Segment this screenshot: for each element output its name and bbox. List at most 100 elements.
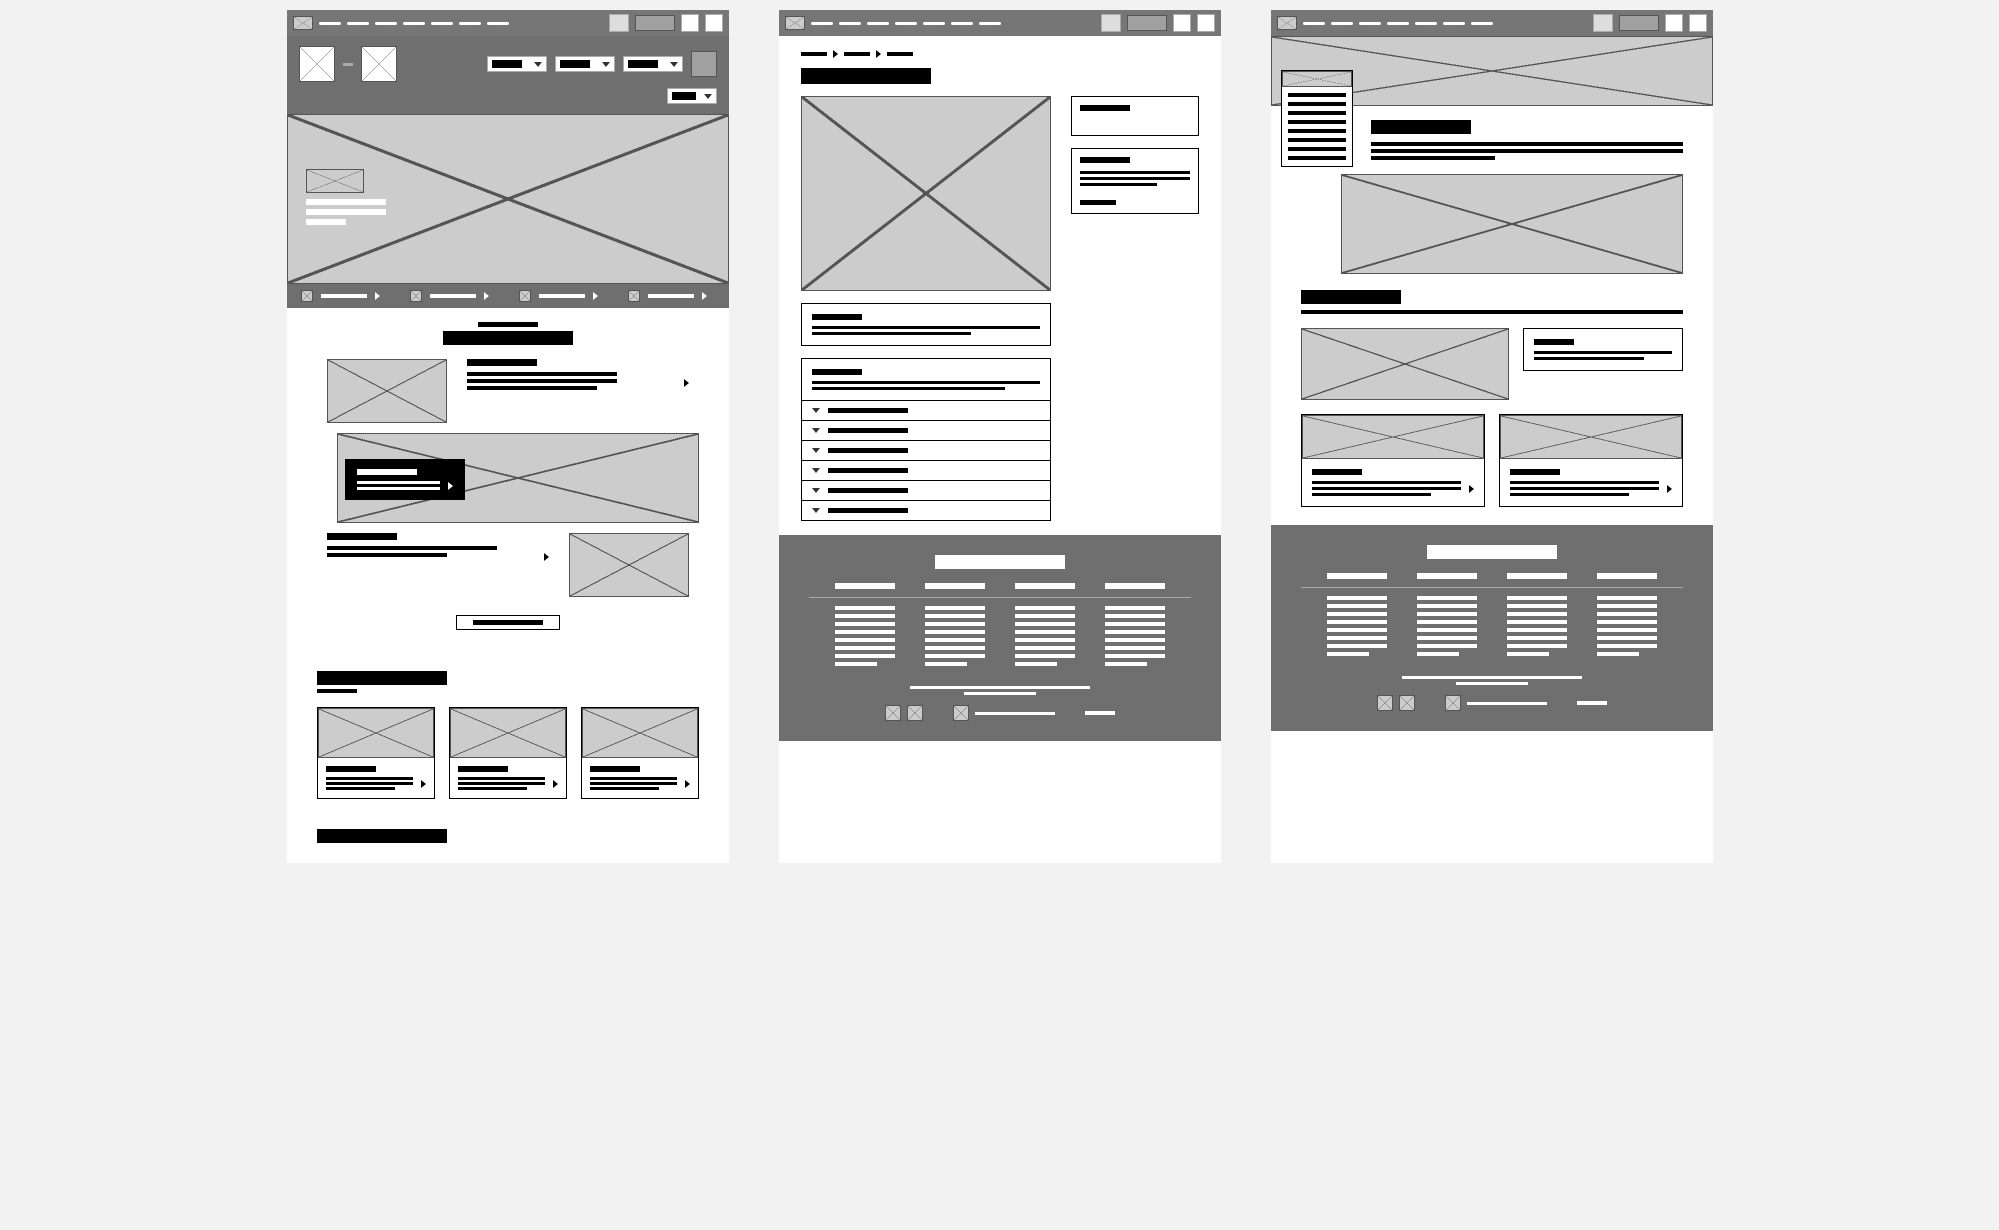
arrow-right-icon[interactable] [544,553,549,561]
wide-image [1341,174,1683,274]
util-icon[interactable] [1665,14,1683,32]
hero-badge-icon [306,169,364,193]
feature-overlay-card[interactable] [345,459,465,500]
nav-link[interactable] [459,22,481,25]
nav-link[interactable] [1303,22,1325,25]
nav-link[interactable] [1331,22,1353,25]
accordion-item[interactable] [802,400,1050,420]
input-icon[interactable] [1593,14,1613,32]
nav-link[interactable] [1443,22,1465,25]
nav-link[interactable] [839,22,861,25]
menu-item[interactable] [1288,138,1346,142]
hero-text [306,209,386,215]
input-icon[interactable] [609,14,629,32]
nav-link[interactable] [487,22,509,25]
accordion [801,358,1051,521]
subnav-item[interactable] [410,290,489,302]
menu-item[interactable] [1288,156,1346,160]
accordion-item[interactable] [802,500,1050,520]
action-button[interactable] [691,51,717,77]
accordion-item[interactable] [802,460,1050,480]
util-icon[interactable] [1689,14,1707,32]
footer-col-head [1015,583,1075,589]
card[interactable] [449,707,567,799]
footer-col-head [1597,573,1657,579]
menu-item[interactable] [1288,111,1346,115]
category-wireframe [1271,10,1713,863]
heading [1371,120,1471,134]
nav-link[interactable] [403,22,425,25]
nav-link[interactable] [811,22,833,25]
nav-link[interactable] [1359,22,1381,25]
search-button[interactable] [635,15,675,31]
search-button[interactable] [1127,15,1167,31]
nav-link[interactable] [347,22,369,25]
social-icon[interactable] [885,705,901,721]
nav-link[interactable] [923,22,945,25]
menu-item[interactable] [1288,102,1346,106]
menu-item[interactable] [1288,147,1346,151]
footer-legal[interactable] [1085,711,1115,715]
footer-col-head [1105,583,1165,589]
util-icon[interactable] [1173,14,1191,32]
menu-item[interactable] [1288,129,1346,133]
util-icon[interactable] [705,14,723,32]
subnav-item[interactable] [519,290,598,302]
dropdown[interactable] [623,56,683,72]
nav-link[interactable] [1471,22,1493,25]
accordion-item[interactable] [802,440,1050,460]
dropdown[interactable] [667,88,717,104]
sidebar-link[interactable] [1080,200,1116,205]
card[interactable] [1499,414,1683,507]
subnav-item[interactable] [301,290,380,302]
logo-box [299,46,335,82]
crumb[interactable] [801,52,827,56]
side-card [1523,328,1683,371]
browser-bar [287,10,729,36]
util-icon[interactable] [681,14,699,32]
dropdown[interactable] [487,56,547,72]
search-button[interactable] [1619,15,1659,31]
arrow-right-icon[interactable] [684,379,689,387]
input-icon[interactable] [1101,14,1121,32]
homepage-wireframe [287,10,729,863]
social-icon[interactable] [907,705,923,721]
nav-link[interactable] [375,22,397,25]
card[interactable] [1301,414,1485,507]
nav-link[interactable] [979,22,1001,25]
footer-col [925,606,985,666]
nav-link[interactable] [431,22,453,25]
menu-item[interactable] [1288,120,1346,124]
dropdown[interactable] [555,56,615,72]
feature-row [327,533,689,597]
browser-bar [779,10,1221,36]
section-subtitle [317,689,357,693]
feature-image [569,533,689,597]
social-icon[interactable] [1399,695,1415,711]
badge-icon [953,705,969,721]
nav-link[interactable] [1387,22,1409,25]
footer-legal[interactable] [1577,701,1607,705]
footer-col [1015,606,1075,666]
feature-title [327,533,397,540]
util-icon[interactable] [1197,14,1215,32]
subnav-item[interactable] [628,290,707,302]
menu-item[interactable] [1288,93,1346,97]
accordion-item[interactable] [802,480,1050,500]
footer-col-head [835,583,895,589]
card[interactable] [317,707,435,799]
content-image [1301,328,1509,400]
sidebar-box [1071,96,1199,136]
browser-bar [1271,10,1713,36]
nav-link[interactable] [951,22,973,25]
cta-button[interactable] [456,615,560,630]
nav-link[interactable] [867,22,889,25]
nav-link[interactable] [319,22,341,25]
crumb[interactable] [844,52,870,56]
card[interactable] [581,707,699,799]
nav-link[interactable] [1415,22,1437,25]
social-icon[interactable] [1377,695,1393,711]
nav-link[interactable] [895,22,917,25]
dropdown-menu[interactable] [1281,70,1353,167]
accordion-item[interactable] [802,420,1050,440]
